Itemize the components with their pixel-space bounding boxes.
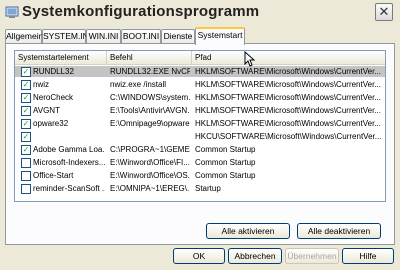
list-item[interactable]: ✓ AVGNT E:\Tools\Antivir\AVGN... HKLM\SOFTW… [15, 105, 385, 116]
startup-checkbox[interactable]: ✓ [21, 132, 31, 142]
list-item[interactable]: reminder-ScanSoft ... E:\OMNIPA~1\EREG\..… [15, 183, 385, 194]
startup-item-command: E:\Winword\Office\FI... [110, 158, 190, 167]
list-item[interactable]: ✓ NeroCheck C:\WINDOWS\system... HKLM\SOFTW… [15, 92, 385, 103]
list-item[interactable]: Microsoft-Indexers... E:\Winword\Office\F… [15, 157, 385, 168]
startup-item-name: Microsoft-Indexers... [33, 158, 105, 167]
startup-item-command: nwiz.exe /install [110, 80, 167, 89]
startup-item-name: opware32 [33, 119, 69, 128]
startup-item-name: reminder-ScanSoft ... [33, 184, 105, 193]
startup-checkbox[interactable]: ✓ [21, 145, 31, 155]
startup-list[interactable]: Systemstartelement Befehl Pfad ✓ RUNDLL32… [14, 50, 386, 202]
app-icon [5, 6, 19, 18]
help-button[interactable]: Hilfe [342, 248, 394, 264]
tab-dienste[interactable]: Dienste [161, 29, 195, 43]
startup-checkbox[interactable] [21, 158, 31, 168]
tab-win-ini[interactable]: WIN.INI [86, 29, 121, 43]
startup-item-path: HKLM\SOFTWARE\Microsoft\Windows\CurrentV… [195, 67, 381, 76]
startup-checkbox[interactable] [21, 184, 31, 194]
column-header-command[interactable]: Befehl [107, 51, 192, 64]
list-item[interactable]: ✓RUNDLL32 RUNDLL32.EXE NvCPL... HKLM\SOFTW… [15, 66, 385, 77]
tab-allgemein[interactable]: Allgemein [5, 29, 43, 43]
startup-item-path: HKLM\SOFTWARE\Microsoft\Windows\CurrentV… [195, 93, 381, 102]
startup-item-command: RUNDLL32.EXE NvCPL... [110, 67, 190, 76]
startup-checkbox[interactable]: ✓ [21, 93, 31, 103]
cancel-button[interactable]: Abbrechen [228, 248, 282, 264]
startup-item-path: HKLM\SOFTWARE\Microsoft\Windows\CurrentV… [195, 119, 381, 128]
tab-systemstart[interactable]: Systemstart [195, 27, 245, 45]
ok-button[interactable]: OK [173, 248, 225, 264]
startup-item-name: RUNDLL32 [33, 67, 74, 76]
startup-item-command: E:\OMNIPA~1\EREG\... [110, 184, 190, 193]
startup-item-command: E:\Winword\Office\OS... [110, 171, 190, 180]
system-config-window: Systemkonfigurationsprogramm ✕ Allgemein… [0, 0, 400, 270]
apply-button[interactable]: Übernehmen [285, 248, 339, 264]
disable-all-button[interactable]: Alle deaktivieren [297, 223, 381, 239]
startup-item-path: HKLM\SOFTWARE\Microsoft\Windows\CurrentV… [195, 106, 381, 115]
list-item[interactable]: ✓ opware32 E:\Omnipage9\opware... HKLM\SOFT… [15, 118, 385, 129]
list-item[interactable]: Office-Start E:\Winword\Office\OS... Commo… [15, 170, 385, 181]
list-item[interactable]: ✓ HKCU\SOFTWARE\Microsoft\Windows\Current… [15, 131, 385, 142]
title-bar[interactable]: Systemkonfigurationsprogramm ✕ [0, 0, 400, 24]
startup-item-name: Office-Start [33, 171, 74, 180]
startup-item-path: Common Startup [195, 145, 256, 154]
startup-item-name: nwiz [33, 80, 50, 89]
startup-item-name [33, 131, 105, 142]
startup-item-name: NeroCheck [33, 93, 74, 102]
tab-system-ini[interactable]: SYSTEM.INI [42, 29, 91, 43]
startup-item-path: HKCU\SOFTWARE\Microsoft\Windows\CurrentV… [195, 132, 382, 141]
startup-checkbox[interactable]: ✓ [21, 67, 31, 77]
startup-item-name: Adobe Gamma Loa... [33, 145, 105, 154]
startup-item-command: C:\WINDOWS\system... [110, 93, 190, 102]
enable-all-button[interactable]: Alle aktivieren [206, 223, 290, 239]
startup-item-path: Common Startup [195, 171, 256, 180]
startup-item-name: AVGNT [33, 106, 60, 115]
systemstart-panel: Systemstartelement Befehl Pfad ✓ RUNDLL32… [5, 43, 395, 245]
startup-item-command [110, 131, 190, 142]
startup-checkbox[interactable]: ✓ [21, 119, 31, 129]
startup-item-command: E:\Tools\Antivir\AVGN... [110, 106, 190, 115]
window-title: Systemkonfigurationsprogramm [22, 3, 260, 20]
startup-checkbox[interactable]: ✓ [21, 80, 31, 90]
list-item[interactable]: ✓ nwiz nwiz.exe /install HKLM\SOFTWARE\Micr… [15, 79, 385, 90]
startup-item-command: E:\Omnipage9\opware... [110, 119, 190, 128]
startup-item-command: C:\PROGRA~1\GEMEI... [110, 145, 190, 154]
tab-boot-ini[interactable]: BOOT.INI [121, 29, 161, 43]
column-header-item[interactable]: Systemstartelement [15, 51, 107, 64]
close-button[interactable]: ✕ [375, 3, 393, 21]
list-header: Systemstartelement Befehl Pfad [15, 51, 385, 65]
startup-checkbox[interactable]: ✓ [21, 106, 31, 116]
mouse-cursor-icon [244, 51, 256, 67]
startup-checkbox[interactable] [21, 171, 31, 181]
column-header-path[interactable]: Pfad [192, 51, 385, 64]
startup-item-path: Common Startup [195, 158, 256, 167]
list-item[interactable]: ✓ Adobe Gamma Loa... C:\PROGRA~1\GEMEI... C… [15, 144, 385, 155]
startup-item-path: HKLM\SOFTWARE\Microsoft\Windows\CurrentV… [195, 80, 381, 89]
startup-item-path: Startup [195, 184, 221, 193]
